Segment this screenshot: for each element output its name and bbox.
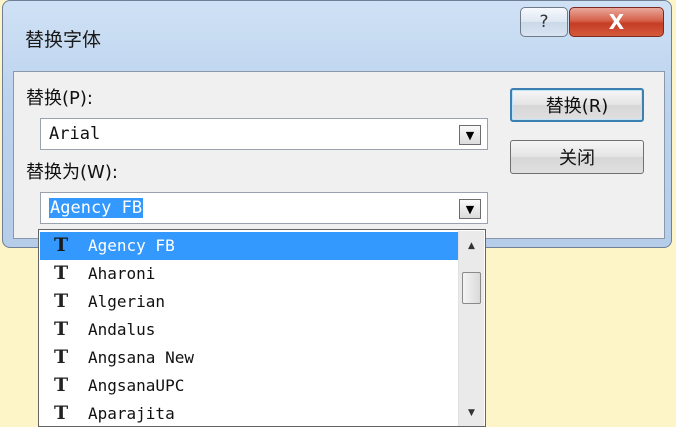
truetype-font-icon: T (54, 290, 69, 312)
truetype-font-icon: T (54, 318, 69, 340)
chevron-down-icon[interactable]: ▼ (459, 199, 481, 219)
replace-font-value: Arial (49, 124, 101, 144)
list-item[interactable]: T AngsanaUPC (40, 372, 464, 400)
list-item[interactable]: T Agency FB (40, 232, 464, 260)
list-scrollbar[interactable]: ▲ ▼ (458, 231, 484, 426)
replace-font-combo[interactable]: Arial ▼ (40, 118, 488, 150)
font-name: Algerian (88, 292, 166, 311)
scrollbar-thumb[interactable] (462, 272, 481, 304)
font-name: Aparajita (88, 404, 175, 423)
truetype-font-icon: T (54, 234, 69, 256)
replace-with-font-value[interactable]: Agency FB (49, 198, 144, 218)
dialog-title: 替换字体 (25, 29, 102, 51)
font-name: Andalus (88, 320, 156, 339)
truetype-font-icon: T (54, 346, 69, 368)
font-name: Agency FB (88, 236, 175, 255)
truetype-font-icon: T (54, 402, 69, 424)
font-name: Aharoni (88, 264, 156, 283)
replace-label: 替换(P): (26, 88, 93, 109)
help-icon: ? (539, 12, 549, 32)
list-item[interactable]: T Andalus (40, 316, 464, 344)
font-name: AngsanaUPC (88, 376, 185, 395)
list-item[interactable]: T Aharoni (40, 260, 464, 288)
truetype-font-icon: T (54, 262, 69, 284)
truetype-font-icon: T (54, 374, 69, 396)
list-item[interactable]: T Angsana New (40, 344, 464, 372)
replace-button[interactable]: 替换(R) (510, 88, 644, 122)
font-name: Angsana New (88, 348, 194, 367)
replace-with-value-wrap: Agency FB (49, 198, 144, 218)
font-dropdown-list[interactable]: T Agency FB T Aharoni T Algerian T Andal… (38, 229, 486, 427)
window-close-button[interactable]: X (569, 7, 664, 37)
help-button[interactable]: ? (520, 7, 568, 37)
list-item[interactable]: T Aparajita (40, 400, 464, 426)
scroll-down-arrow-icon[interactable]: ▼ (459, 402, 484, 424)
close-button[interactable]: 关闭 (510, 140, 644, 174)
scroll-up-arrow-icon[interactable]: ▲ (459, 235, 484, 257)
replace-with-label: 替换为(W): (26, 162, 118, 183)
replace-font-dialog: 替换字体 ? X 替换(P): Arial ▼ 替换为(W): Agency F… (2, 0, 672, 248)
close-icon: X (608, 10, 625, 34)
dialog-body: 替换(P): Arial ▼ 替换为(W): Agency FB ▼ 替换(R)… (13, 71, 665, 239)
list-item[interactable]: T Algerian (40, 288, 464, 316)
replace-with-font-combo[interactable]: Agency FB ▼ (40, 192, 488, 224)
chevron-down-icon[interactable]: ▼ (459, 125, 481, 145)
